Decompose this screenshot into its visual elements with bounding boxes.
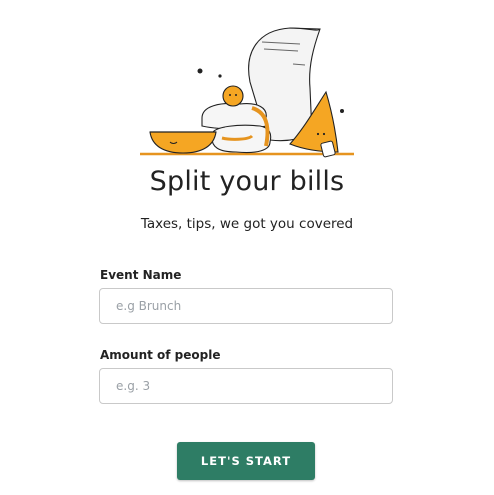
page-title: Split your bills xyxy=(149,166,345,197)
bill-receipt-illustration xyxy=(140,27,354,158)
lets-start-button[interactable]: LET'S START xyxy=(177,442,315,480)
people-amount-label: Amount of people xyxy=(100,348,221,362)
event-name-label: Event Name xyxy=(100,268,182,282)
page-subtitle: Taxes, tips, we got you covered xyxy=(140,216,354,232)
people-amount-input[interactable] xyxy=(99,368,393,404)
event-name-input[interactable] xyxy=(99,288,393,324)
